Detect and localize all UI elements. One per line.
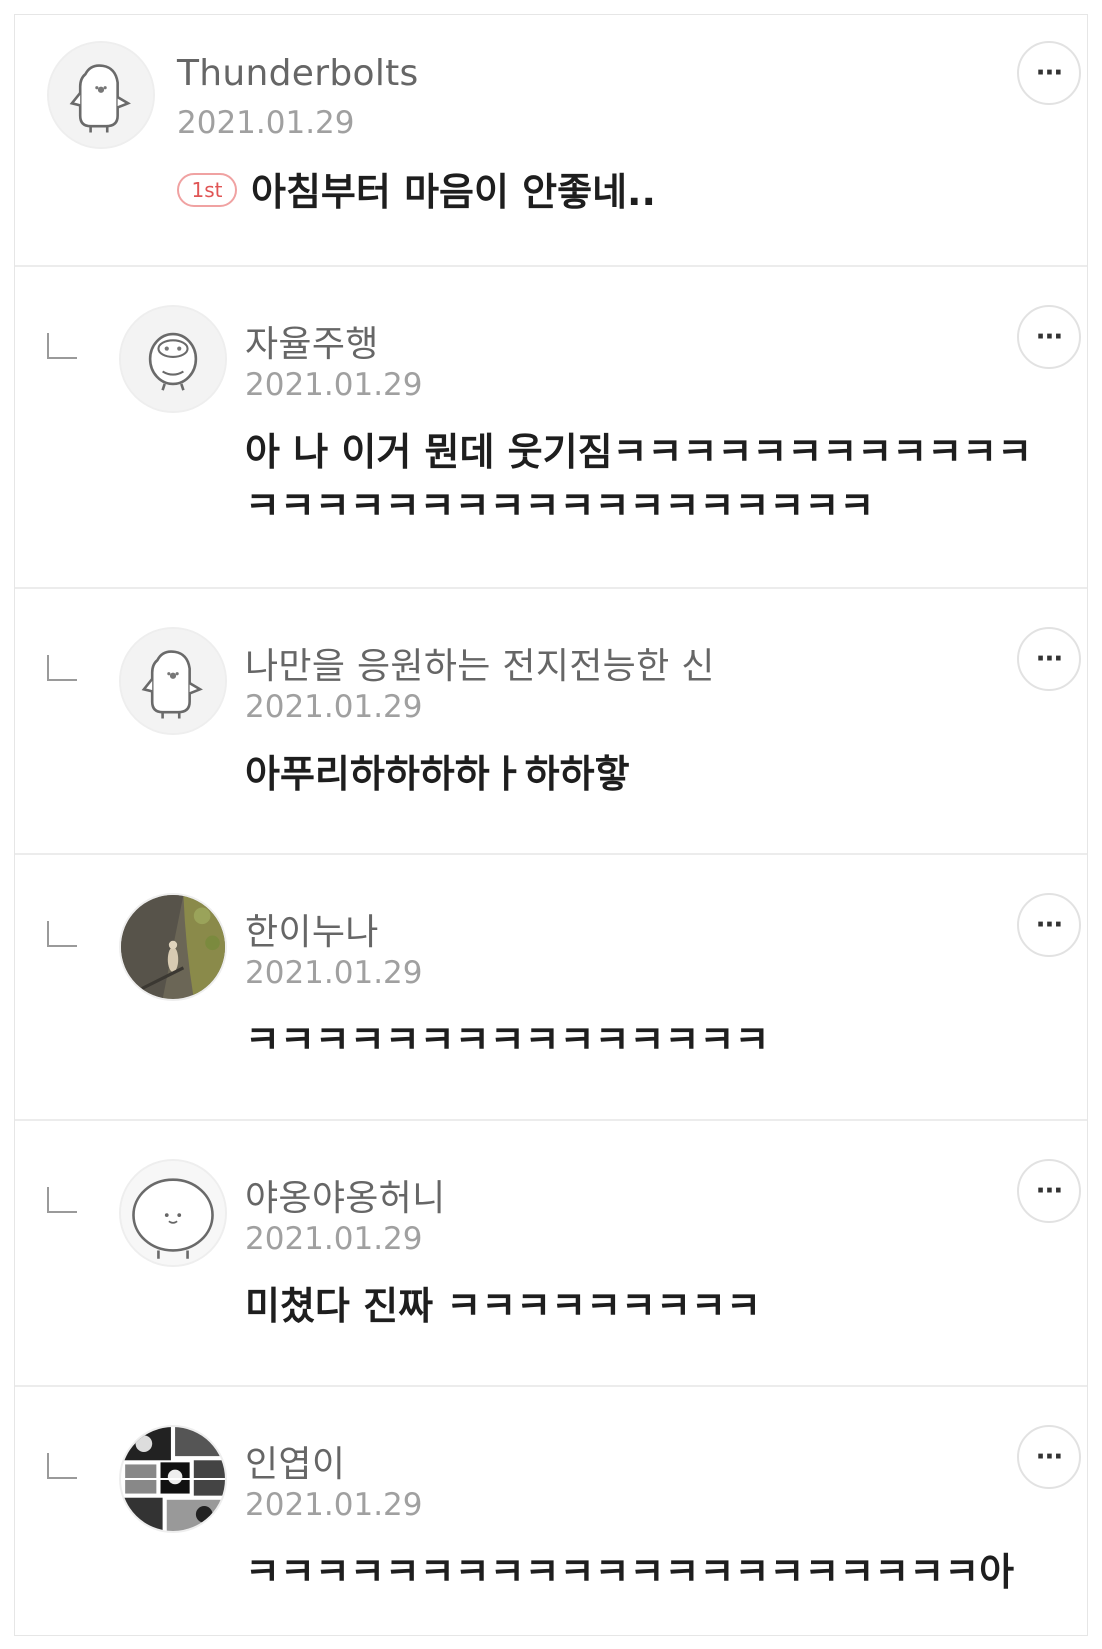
comment-author[interactable]: 자율주행 [245,315,379,367]
manga-avatar[interactable] [119,1425,227,1533]
ellipsis-icon: ··· [1035,644,1064,674]
more-options-button[interactable]: ··· [1017,627,1081,691]
comment-author[interactable]: Thunderbolts [177,53,419,94]
comment-date: 2021.01.29 [245,1221,423,1257]
ellipsis-icon: ··· [1035,58,1064,88]
reply-arrow-icon [47,1453,77,1479]
comment-item: Thunderbolts 2021.01.29 1st 아침부터 마음이 안좋네… [15,15,1087,267]
comment-text: 미쳤다 진짜 ㅋㅋㅋㅋㅋㅋㅋㅋㅋ [245,1284,761,1328]
ellipsis-icon: ··· [1035,322,1064,352]
bird-avatar-icon[interactable] [119,305,227,413]
comment-text: 아침부터 마음이 안좋네.. [251,170,656,214]
photo-avatar[interactable] [119,893,227,1001]
more-options-button[interactable]: ··· [1017,893,1081,957]
reply-item: 한이누나 2021.01.29 ㅋㅋㅋㅋㅋㅋㅋㅋㅋㅋㅋㅋㅋㅋㅋ ··· [15,855,1087,1121]
reply-arrow-icon [47,1187,77,1213]
comment-author[interactable]: 인엽이 [245,1435,345,1487]
ellipsis-icon: ··· [1035,1176,1064,1206]
more-options-button[interactable]: ··· [1017,1159,1081,1223]
comment-author[interactable]: 한이누나 [245,903,379,955]
more-options-button[interactable]: ··· [1017,305,1081,369]
comment-date: 2021.01.29 [245,367,423,403]
reply-arrow-icon [47,921,77,947]
comment-date: 2021.01.29 [245,955,423,991]
first-badge: 1st [177,173,237,207]
comment-author[interactable]: 나만을 응원하는 전지전능한 신 [245,637,715,689]
reply-arrow-icon [47,655,77,681]
penguin-avatar-icon[interactable] [47,41,155,149]
reply-arrow-icon [47,333,77,359]
penguin-avatar-icon[interactable] [119,627,227,735]
comment-text: ㅋㅋㅋㅋㅋㅋㅋㅋㅋㅋㅋㅋㅋㅋㅋㅋㅋㅋㅋㅋㅋ아 [245,1550,1015,1594]
ellipsis-icon: ··· [1035,910,1064,940]
comment-date: 2021.01.29 [245,689,423,725]
more-options-button[interactable]: ··· [1017,1425,1081,1489]
blob-avatar-icon[interactable] [119,1159,227,1267]
reply-item: 나만을 응원하는 전지전능한 신 2021.01.29 아푸리하하하하ㅏ하하핳 … [15,589,1087,855]
reply-item: 야옹야옹허니 2021.01.29 미쳤다 진짜 ㅋㅋㅋㅋㅋㅋㅋㅋㅋ ··· [15,1121,1087,1387]
reply-item: 자율주행 2021.01.29 아 나 이거 뭔데 웃기짐ㅋㅋㅋㅋㅋㅋㅋㅋㅋㅋㅋ… [15,267,1087,589]
reply-item: 인엽이 2021.01.29 ㅋㅋㅋㅋㅋㅋㅋㅋㅋㅋㅋㅋㅋㅋㅋㅋㅋㅋㅋㅋㅋ아 ··… [15,1387,1087,1635]
more-options-button[interactable]: ··· [1017,41,1081,105]
comment-text: 아 나 이거 뭔데 웃기짐ㅋㅋㅋㅋㅋㅋㅋㅋㅋㅋㅋㅋㅋㅋㅋㅋㅋㅋㅋㅋㅋㅋㅋㅋㅋㅋㅋ… [245,430,1033,528]
comment-date: 2021.01.29 [245,1487,423,1523]
comment-date: 2021.01.29 [177,105,355,141]
comment-text: 아푸리하하하하ㅏ하하핳 [245,752,630,796]
comment-list: Thunderbolts 2021.01.29 1st 아침부터 마음이 안좋네… [14,14,1088,1636]
ellipsis-icon: ··· [1035,1442,1064,1472]
comment-author[interactable]: 야옹야옹허니 [245,1169,446,1221]
comment-text: ㅋㅋㅋㅋㅋㅋㅋㅋㅋㅋㅋㅋㅋㅋㅋ [245,1018,770,1062]
